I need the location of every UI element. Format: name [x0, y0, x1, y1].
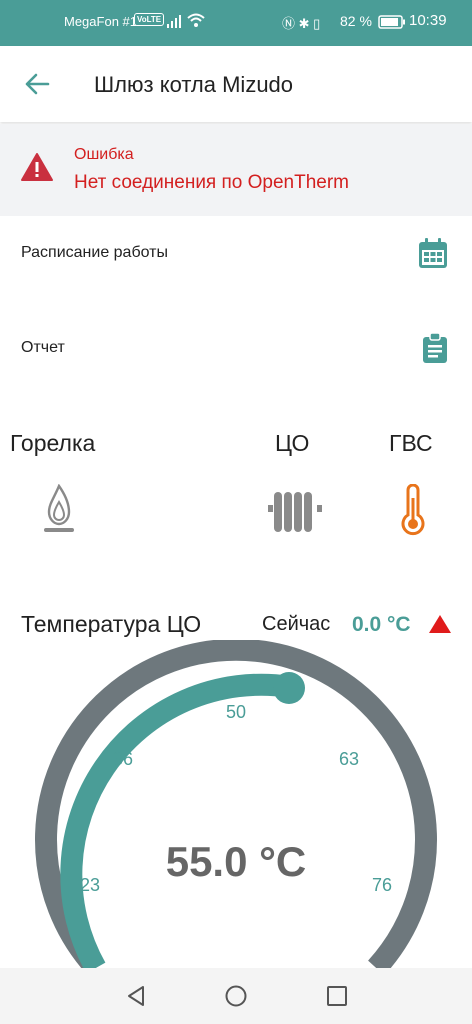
gauge-thumb[interactable] — [273, 672, 305, 704]
radiator-icon — [268, 492, 322, 532]
battery-icon — [378, 15, 405, 29]
temperature-gauge[interactable]: 23 36 50 63 76 55.0 °C — [0, 640, 472, 968]
status-bar: MegaFon #1 VoLTE Ⓝ ✱ ▯ 82 % 10:39 — [0, 0, 472, 46]
error-title: Ошибка — [74, 146, 134, 163]
nfc-bluetooth-vibrate-icons: Ⓝ ✱ ▯ — [282, 16, 321, 31]
app-bar: Шлюз котла Mizudo — [0, 46, 472, 122]
setpoint-value: 55.0 °C — [166, 838, 307, 885]
error-banner: Ошибка Нет соединения по OpenTherm — [0, 124, 472, 216]
volte-badge: VoLTE — [134, 13, 165, 26]
tick-label-63: 63 — [339, 749, 359, 769]
signal-icon — [167, 15, 181, 28]
heating-label: ЦО — [275, 430, 310, 456]
tick-label-50: 50 — [226, 702, 246, 722]
nav-home-icon[interactable] — [224, 984, 248, 1008]
report-label: Отчет — [21, 339, 65, 356]
warning-icon — [21, 153, 53, 181]
page-title: Шлюз котла Mizudo — [94, 72, 294, 97]
burner-label: Горелка — [10, 430, 96, 456]
clock: 10:39 — [409, 12, 447, 29]
nav-recents-icon[interactable] — [325, 984, 349, 1008]
report-row[interactable]: Отчет — [0, 317, 472, 381]
schedule-label: Расписание работы — [21, 244, 168, 261]
calendar-icon — [419, 238, 447, 268]
current-temp-value: 0.0 °C — [352, 613, 411, 636]
hot-water-label: ГВС — [389, 430, 433, 456]
tick-label-36: 36 — [113, 749, 133, 769]
gauge-track — [35, 640, 437, 968]
tick-label-23: 23 — [80, 875, 100, 895]
error-message: Нет соединения по OpenTherm — [74, 172, 350, 193]
tick-label-76: 76 — [372, 875, 392, 895]
warning-triangle-icon — [429, 615, 451, 633]
carrier-name: MegaFon #1 — [64, 14, 137, 29]
gauge-value-arc — [60, 673, 292, 968]
heating-temperature-title: Температура ЦО — [21, 611, 202, 637]
battery-percent: 82 % — [340, 13, 372, 29]
flame-icon — [44, 484, 74, 532]
current-temp-label: Сейчас — [262, 613, 331, 635]
schedule-row[interactable]: Расписание работы — [0, 222, 472, 286]
clipboard-icon — [423, 333, 447, 363]
back-arrow-icon[interactable] — [22, 70, 52, 98]
wifi-icon — [187, 13, 205, 27]
system-nav-bar — [0, 968, 472, 1024]
nav-back-icon[interactable] — [124, 984, 148, 1008]
thermometer-icon — [401, 484, 425, 536]
